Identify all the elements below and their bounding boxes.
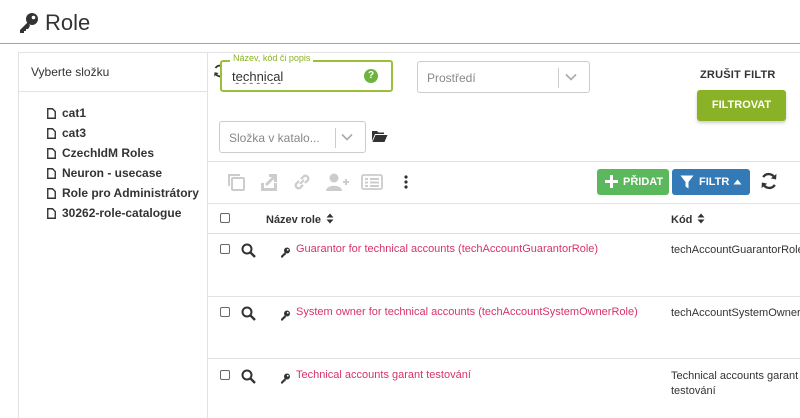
copy-icon[interactable] <box>226 172 246 197</box>
folder-open-icon[interactable] <box>371 129 388 148</box>
search-icon[interactable] <box>241 369 256 389</box>
divider <box>207 203 800 204</box>
refresh-icon[interactable] <box>760 172 778 195</box>
select-separator <box>558 68 559 88</box>
row-checkbox[interactable] <box>220 244 230 254</box>
catalogue-item-label: Role pro Administrátory <box>62 186 199 200</box>
funnel-icon <box>680 175 694 189</box>
apply-filter-button[interactable]: FILTROVAT <box>697 90 786 121</box>
file-icon <box>47 107 56 119</box>
row-checkbox[interactable] <box>220 370 230 380</box>
add-user-icon[interactable] <box>326 172 350 197</box>
row-checkbox[interactable] <box>220 307 230 317</box>
divider <box>207 296 800 297</box>
catalogue-item[interactable]: Neuron - usecase <box>47 163 199 183</box>
chevron-down-icon <box>565 73 577 81</box>
key-icon <box>280 308 291 326</box>
list-icon[interactable] <box>361 172 383 197</box>
role-name-link[interactable]: Guarantor for technical accounts (techAc… <box>296 243 598 255</box>
file-icon <box>47 167 56 179</box>
key-icon <box>18 12 40 39</box>
plus-icon <box>605 175 618 188</box>
catalogue-item[interactable]: cat1 <box>47 103 199 123</box>
caret-up-icon <box>733 179 742 185</box>
reset-filter-link[interactable]: ZRUŠIT FILTR <box>700 69 776 81</box>
role-name-link[interactable]: System owner for technical accounts (tec… <box>296 306 638 318</box>
toggle-filter-button[interactable]: FILTR <box>672 169 750 195</box>
divider <box>207 358 800 359</box>
catalogue-item[interactable]: Role pro Administrátory <box>47 183 199 203</box>
column-header-code[interactable]: Kód <box>671 213 705 226</box>
column-header-name[interactable]: Název role <box>266 213 334 226</box>
name-filter-input[interactable] <box>232 69 362 84</box>
key-icon <box>280 371 291 389</box>
link-icon[interactable] <box>292 172 312 197</box>
key-icon <box>280 245 291 263</box>
catalogue-item-label: cat3 <box>62 126 87 140</box>
add-role-button[interactable]: PŘIDAT <box>597 169 669 195</box>
page-title: Role <box>45 10 91 35</box>
divider <box>207 233 800 234</box>
file-icon <box>47 207 56 219</box>
column-header-code-label: Kód <box>671 214 693 226</box>
role-code: techAccountSystemOwnerRole <box>671 307 800 319</box>
search-icon[interactable] <box>241 243 256 263</box>
column-header-name-label: Název role <box>266 214 322 226</box>
catalogue-list: cat1 cat3 CzechIdM Roles Neuron - usecas… <box>47 103 199 223</box>
catalogue-tree-title: Vyberte složku <box>31 65 110 79</box>
catalogue-item[interactable]: cat3 <box>47 123 199 143</box>
catalogue-item[interactable]: 30262-role-catalogue <box>47 203 199 223</box>
file-icon <box>47 147 56 159</box>
catalogue-item-label: 30262-role-catalogue <box>62 206 182 220</box>
search-icon[interactable] <box>241 306 256 326</box>
file-icon <box>47 127 56 139</box>
catalogue-item-label: cat1 <box>62 106 87 120</box>
catalogue-select-placeholder: Složka v katalo... <box>229 131 320 145</box>
role-code: techAccountGuarantorRole <box>671 244 800 256</box>
help-icon[interactable]: ? <box>364 69 378 83</box>
name-filter-field: Název, kód či popis ? <box>220 53 393 92</box>
environment-select[interactable]: Prostředí <box>417 61 590 93</box>
catalogue-select[interactable]: Složka v katalo... <box>219 121 366 153</box>
role-name-link[interactable]: Technical accounts garant testování <box>296 369 471 381</box>
add-role-button-label: PŘIDAT <box>623 176 664 188</box>
chevron-down-icon <box>341 133 353 141</box>
more-vertical-icon[interactable] <box>403 174 409 195</box>
toggle-filter-button-label: FILTR <box>699 176 730 188</box>
divider <box>207 161 800 162</box>
catalogue-item[interactable]: CzechIdM Roles <box>47 143 199 163</box>
sort-icon <box>697 213 705 224</box>
catalogue-tree: Vyberte složku cat1 cat3 CzechIdM Roles … <box>18 52 208 418</box>
role-page: Role Vyberte složku cat1 cat3 CzechIdM R… <box>0 0 800 418</box>
file-icon <box>47 187 56 199</box>
select-all-checkbox[interactable] <box>220 213 230 223</box>
environment-select-placeholder: Prostředí <box>427 71 476 85</box>
catalogue-item-label: Neuron - usecase <box>62 166 163 180</box>
page-header: Role <box>0 0 800 44</box>
divider <box>19 91 207 92</box>
name-filter-label: Název, kód či popis <box>230 53 314 63</box>
sort-icon <box>326 213 334 224</box>
select-separator <box>335 128 336 148</box>
role-code: Technical accounts garant testování <box>671 370 799 397</box>
export-icon[interactable] <box>259 172 279 197</box>
catalogue-item-label: CzechIdM Roles <box>62 146 155 160</box>
